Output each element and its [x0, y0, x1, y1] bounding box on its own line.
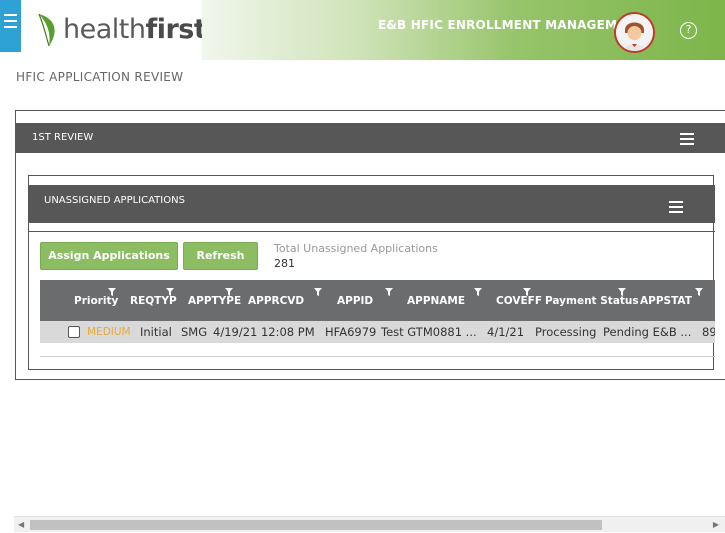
review-panel-menu-icon[interactable]	[680, 133, 694, 148]
scroll-right-icon[interactable]: ▶	[713, 520, 719, 530]
cell-apptype: SMG	[181, 325, 208, 339]
app-title: E&B HFIC ENROLLMENT MANAGEMENT	[378, 18, 645, 32]
cell-b: 8929	[702, 325, 715, 339]
column-header-reqtyp[interactable]: REQTYP	[130, 295, 177, 307]
grid-footer-divider	[40, 356, 715, 357]
cell-appname: Test GTM0881 ...	[381, 325, 477, 339]
assign-applications-button[interactable]: Assign Applications	[40, 242, 178, 270]
hamburger-icon	[4, 14, 17, 32]
total-unassigned-label: Total Unassigned Applications	[274, 242, 438, 255]
column-header-apptype[interactable]: APPTYPE	[188, 295, 241, 307]
cell-coveff: 4/1/21	[487, 325, 525, 339]
help-icon[interactable]: ?	[680, 22, 697, 39]
review-panel-header: 1ST REVIEW	[16, 123, 725, 153]
filter-icon[interactable]	[314, 288, 322, 296]
column-header-appname[interactable]: APPNAME	[407, 295, 465, 307]
scroll-left-icon[interactable]: ◀	[18, 520, 24, 530]
filter-icon[interactable]	[523, 288, 531, 296]
total-unassigned-value: 281	[274, 257, 295, 270]
unassigned-panel-menu-icon[interactable]	[669, 201, 683, 216]
cell-appid: HFA6979	[325, 325, 377, 339]
user-avatar-icon	[616, 14, 653, 51]
avatar[interactable]	[614, 12, 655, 53]
column-header-priority[interactable]: Priority	[74, 295, 118, 307]
review-panel: 1ST REVIEW UNASSIGNED APPLICATIONS Assig…	[15, 110, 725, 380]
column-header-payment-status[interactable]: Payment Status	[545, 295, 639, 307]
filter-icon[interactable]	[474, 288, 482, 296]
logo-wordmark: healthfirst®	[63, 14, 214, 45]
horizontal-scrollbar[interactable]: ◀ ▶	[14, 516, 725, 532]
table-row[interactable]: MEDIUM Initial SMG 4/19/21 12:08 PM HFA6…	[40, 321, 715, 343]
filter-icon[interactable]	[225, 288, 233, 296]
column-header-appid[interactable]: APPID	[337, 295, 373, 307]
filter-icon[interactable]	[618, 288, 626, 296]
filter-icon[interactable]	[166, 288, 174, 296]
column-header-apprcvd[interactable]: APPRCVD	[248, 295, 304, 307]
filter-icon[interactable]	[385, 288, 393, 296]
leaf-logo-icon	[38, 13, 55, 47]
refresh-button[interactable]: Refresh	[183, 242, 258, 270]
main-menu-button[interactable]	[0, 0, 21, 52]
unassigned-panel-header: UNASSIGNED APPLICATIONS	[29, 185, 715, 223]
cell-appstat: Pending E&B ...	[603, 325, 692, 339]
logo: healthfirst®	[21, 0, 214, 60]
filter-icon[interactable]	[695, 288, 703, 296]
cell-reqtyp: Initial	[140, 325, 172, 339]
divider	[29, 231, 715, 232]
column-header-appstat[interactable]: APPSTAT	[640, 295, 692, 307]
cell-payment-status: Processing	[535, 325, 597, 339]
column-header-coveff[interactable]: COVEFF	[496, 295, 542, 307]
filter-icon[interactable]	[108, 288, 116, 296]
cell-priority: MEDIUM	[87, 326, 131, 338]
unassigned-panel-title: UNASSIGNED APPLICATIONS	[44, 195, 185, 206]
unassigned-panel: UNASSIGNED APPLICATIONS Assign Applicati…	[28, 175, 715, 370]
row-checkbox[interactable]	[68, 326, 80, 338]
scrollbar-thumb[interactable]	[30, 520, 602, 530]
cell-apprcvd: 4/19/21 12:08 PM	[213, 325, 315, 339]
grid-header: Priority REQTYP APPTYPE APPRCVD APPID AP…	[40, 280, 715, 321]
page-title: HFIC APPLICATION REVIEW	[16, 70, 184, 84]
review-panel-title: 1ST REVIEW	[32, 132, 94, 143]
